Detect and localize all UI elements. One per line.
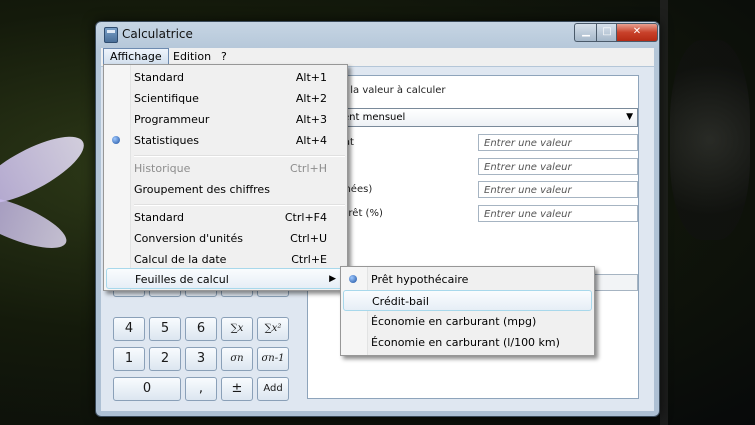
affichage-menu: Standard Alt+1 Scientifique Alt+2 Progra… xyxy=(103,64,348,291)
radio-selected-icon xyxy=(349,275,357,283)
key-sigma-n[interactable]: σn xyxy=(221,347,253,371)
feuilles-submenu: Prêt hypothécaire Crédit-bail Économie e… xyxy=(340,266,595,356)
menu-item-shortcut: Ctrl+U xyxy=(290,232,327,245)
menu-separator xyxy=(134,155,345,157)
key-sum[interactable]: ∑x xyxy=(221,317,253,341)
menu-separator xyxy=(134,204,345,206)
submenu-item-pret[interactable]: Prêt hypothécaire xyxy=(341,269,594,290)
menu-item-label: Crédit-bail xyxy=(372,295,429,308)
keypad: 7 8 9 x x² 4 5 6 ∑x ∑x² 1 2 3 σn σn-1 0 … xyxy=(111,287,301,407)
menu-item-shortcut: Ctrl+H xyxy=(289,162,327,175)
menu-item-groupement[interactable]: Groupement des chiffres xyxy=(104,179,347,200)
menu-item-shortcut: Ctrl+E xyxy=(291,253,327,266)
menu-item-historique: Historique Ctrl+H xyxy=(104,158,347,179)
calculation-type-select[interactable]: ent mensuel ▼ xyxy=(318,108,638,127)
menu-item-label: Standard xyxy=(134,71,185,84)
menu-item-label: Scientifique xyxy=(134,92,199,105)
calculator-app-icon xyxy=(104,27,118,43)
menu-item-standard[interactable]: Standard Alt+1 xyxy=(104,67,347,88)
menu-edition[interactable]: Edition xyxy=(167,48,217,65)
radio-selected-icon xyxy=(112,136,120,144)
key-sum-squares[interactable]: ∑x² xyxy=(257,317,289,341)
purchase-price-input[interactable]: Entrer une valeur xyxy=(478,134,638,151)
key-sign[interactable]: ± xyxy=(221,377,253,401)
menu-item-label: Programmeur xyxy=(134,113,210,126)
key-4[interactable]: 4 xyxy=(113,317,145,341)
key-3[interactable]: 3 xyxy=(185,347,217,371)
submenu-item-economie-l100km[interactable]: Économie en carburant (l/100 km) xyxy=(341,332,594,353)
interest-input[interactable]: Entrer une valeur xyxy=(478,205,638,222)
key-add[interactable]: Add xyxy=(257,377,289,401)
menu-item-label: Économie en carburant (mpg) xyxy=(371,315,537,328)
menu-item-label: Prêt hypothécaire xyxy=(371,273,469,286)
menu-affichage[interactable]: Affichage xyxy=(103,48,169,65)
menu-item-label: Calcul de la date xyxy=(134,253,227,266)
background-petal xyxy=(0,124,93,216)
menu-item-shortcut: Alt+3 xyxy=(295,113,327,126)
menu-item-programmeur[interactable]: Programmeur Alt+3 xyxy=(104,109,347,130)
maximize-button[interactable]: □ xyxy=(596,23,618,42)
years-input[interactable]: Entrer une valeur xyxy=(478,181,638,198)
title-bar[interactable]: Calculatrice ▁ □ ✕ xyxy=(96,22,659,46)
menu-item-label: Économie en carburant (l/100 km) xyxy=(371,336,560,349)
menu-item-conversion[interactable]: Conversion d'unités Ctrl+U xyxy=(104,228,347,249)
submenu-item-economie-mpg[interactable]: Économie en carburant (mpg) xyxy=(341,311,594,332)
menu-item-standard-mode[interactable]: Standard Ctrl+F4 xyxy=(104,207,347,228)
key-1[interactable]: 1 xyxy=(113,347,145,371)
key-sigma-n-1[interactable]: σn-1 xyxy=(257,347,289,371)
key-decimal[interactable]: , xyxy=(185,377,217,401)
menu-item-shortcut: Alt+4 xyxy=(295,134,327,147)
menu-item-label: Groupement des chiffres xyxy=(134,183,270,196)
menu-item-shortcut: Alt+1 xyxy=(295,71,327,84)
key-2[interactable]: 2 xyxy=(149,347,181,371)
background-branch xyxy=(660,0,668,425)
menu-item-shortcut: Ctrl+F4 xyxy=(284,211,327,224)
menu-item-statistiques[interactable]: Statistiques Alt+4 xyxy=(104,130,347,151)
close-button[interactable]: ✕ xyxy=(616,23,658,42)
menu-item-label: Feuilles de calcul xyxy=(135,273,229,286)
menu-item-scientifique[interactable]: Scientifique Alt+2 xyxy=(104,88,347,109)
select-value: ent mensuel xyxy=(343,112,406,123)
deposit-input[interactable]: Entrer une valeur xyxy=(478,158,638,175)
background-insect xyxy=(670,40,750,240)
window-title: Calculatrice xyxy=(122,27,193,41)
key-6[interactable]: 6 xyxy=(185,317,217,341)
minimize-button[interactable]: ▁ xyxy=(574,23,597,42)
submenu-item-credit-bail[interactable]: Crédit-bail xyxy=(343,290,592,311)
submenu-arrow-icon: ▶ xyxy=(329,274,336,284)
menu-item-label: Conversion d'unités xyxy=(134,232,243,245)
menu-item-date[interactable]: Calcul de la date Ctrl+E xyxy=(104,249,347,270)
menu-item-feuilles[interactable]: Feuilles de calcul ▶ xyxy=(106,268,345,289)
menu-item-label: Standard xyxy=(134,211,185,224)
chevron-down-icon: ▼ xyxy=(626,112,633,122)
menu-item-label: Statistiques xyxy=(134,134,199,147)
menu-help[interactable]: ? xyxy=(215,48,233,65)
key-0[interactable]: 0 xyxy=(113,377,181,401)
key-5[interactable]: 5 xyxy=(149,317,181,341)
menu-item-label: Historique xyxy=(134,162,191,175)
menu-item-shortcut: Alt+2 xyxy=(295,92,327,105)
